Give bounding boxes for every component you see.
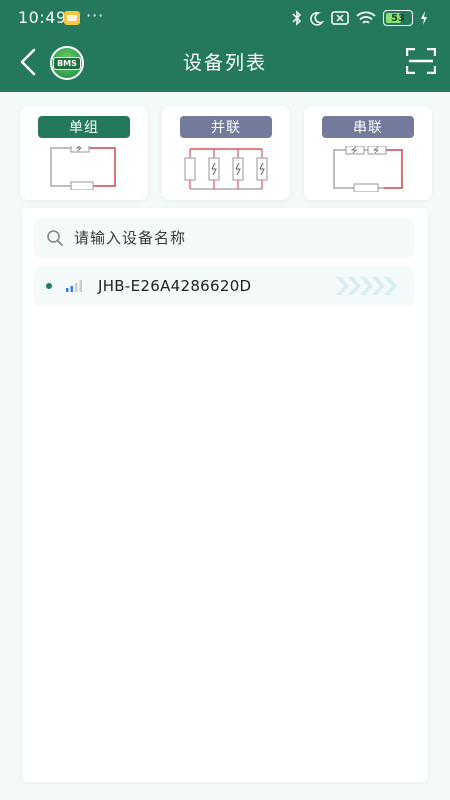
connection-modes: 单组 并联 串联 (20, 106, 432, 202)
mode-label-parallel: 并联 (180, 116, 272, 138)
status-time: 10:49 (18, 8, 67, 27)
bluetooth-icon (292, 10, 302, 26)
search-box (34, 218, 414, 258)
moon-icon (310, 11, 324, 26)
app-notification-icon (64, 11, 80, 25)
series-circuit-diagram (333, 146, 403, 192)
nav-bar: BMS 设备列表 (0, 36, 450, 86)
mode-label-single: 单组 (38, 116, 130, 138)
status-icons: 53 (292, 9, 428, 27)
search-input[interactable] (74, 229, 414, 247)
device-name: JHB-E26A4286620D (98, 277, 252, 295)
parallel-circuit-diagram (184, 148, 268, 190)
device-list-item[interactable]: JHB-E26A4286620D (34, 266, 414, 306)
signal-strength-icon (66, 280, 82, 292)
app-header: 10:49 ··· 53 BMS 设备列表 (0, 0, 450, 92)
device-list-panel: JHB-E26A4286620D (22, 208, 428, 782)
wifi-icon (356, 11, 376, 24)
charging-icon (421, 11, 427, 25)
mode-card-single[interactable]: 单组 (20, 106, 148, 200)
more-notifications-icon: ··· (86, 6, 105, 25)
battery-icon: 53 (383, 10, 413, 26)
mode-card-series[interactable]: 串联 (304, 106, 432, 200)
search-icon (47, 230, 63, 246)
sim-off-icon (331, 11, 349, 25)
single-circuit-diagram (50, 146, 116, 190)
scan-icon (406, 48, 436, 74)
battery-level: 53 (391, 12, 405, 24)
connection-status-dot (46, 283, 52, 289)
mode-label-series: 串联 (322, 116, 414, 138)
status-bar: 10:49 ··· 53 (0, 0, 450, 36)
chevrons-right-icon (336, 277, 397, 295)
mode-card-parallel[interactable]: 并联 (162, 106, 290, 200)
page-title: 设备列表 (182, 52, 267, 74)
scan-button[interactable] (404, 44, 438, 78)
